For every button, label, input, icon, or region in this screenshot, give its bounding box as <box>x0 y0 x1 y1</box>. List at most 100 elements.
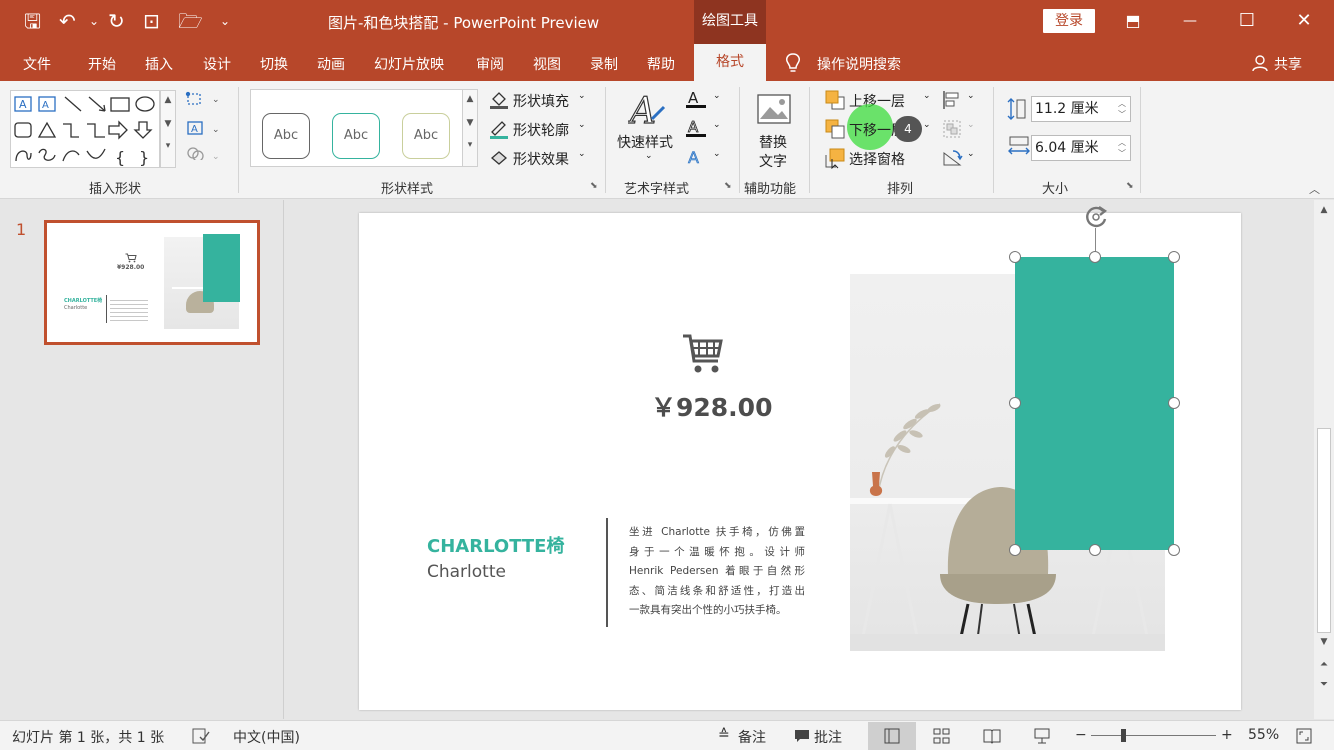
undo-dropdown-icon[interactable]: ⌄ <box>89 8 99 34</box>
shape-effects-button[interactable]: 形状效果 <box>513 149 569 169</box>
text-effects-icon[interactable]: A <box>685 146 707 168</box>
collapse-ribbon-icon[interactable]: ︿ <box>1309 181 1320 197</box>
tab-file[interactable]: 文件 <box>23 54 51 74</box>
edit-shape-icon[interactable]: A ⌄ ⌄ ⌄ <box>185 90 225 160</box>
spin-down-icon[interactable]: ﹀ <box>1116 148 1128 159</box>
slide-thumbnail[interactable]: ¥928.00 CHARLOTTE椅 Charlotte <box>44 220 260 345</box>
fit-to-window-icon[interactable] <box>1296 728 1312 744</box>
shape-styles-gallery[interactable]: Abc Abc Abc <box>250 89 478 167</box>
scroll-up-icon[interactable]: ▲ <box>1314 200 1334 220</box>
chevron-down-icon[interactable]: ⌄ <box>923 91 931 101</box>
selection-pane-icon[interactable] <box>824 147 846 169</box>
ribbon-display-options-icon[interactable]: ⬒ <box>1118 8 1148 34</box>
notes-icon[interactable]: ≙ <box>718 727 730 743</box>
slide-sorter-icon[interactable] <box>933 728 950 744</box>
tell-me-search[interactable]: 操作说明搜索 <box>817 54 901 74</box>
quick-styles-button[interactable]: 快速样式 <box>617 132 673 152</box>
chevron-down-icon[interactable]: ⌄ <box>713 120 721 130</box>
present-icon[interactable]: ⊡ <box>143 8 160 34</box>
resize-handle-top-right[interactable] <box>1168 251 1180 263</box>
tab-transitions[interactable]: 切换 <box>260 54 288 74</box>
shape-width-input[interactable]: 6.04 厘米 ︿ ﹀ <box>1031 135 1131 161</box>
quick-styles-a-icon[interactable]: A <box>628 89 668 133</box>
open-folder-icon[interactable]: 🗁 <box>178 8 203 34</box>
spin-up-icon[interactable]: ︿ <box>1116 98 1128 109</box>
shape-fill-button[interactable]: 形状填充 <box>513 91 569 111</box>
chevron-down-icon[interactable]: ⌄ <box>645 151 653 161</box>
group-objects-icon[interactable] <box>941 118 963 140</box>
spin-down-icon[interactable]: ﹀ <box>1116 109 1128 120</box>
resize-handle-left[interactable] <box>1009 397 1021 409</box>
resize-handle-top[interactable] <box>1089 251 1101 263</box>
spin-up-icon[interactable]: ︿ <box>1116 137 1128 148</box>
chevron-down-icon[interactable]: ⌄ <box>923 120 931 130</box>
dialog-launcher-icon[interactable]: ⬊ <box>1126 181 1136 191</box>
spellcheck-icon[interactable] <box>192 728 210 744</box>
reading-view-icon[interactable] <box>983 728 1001 744</box>
share-button[interactable]: 共享 <box>1274 54 1302 74</box>
next-slide-icon[interactable]: ⏷ <box>1314 675 1334 695</box>
text-fill-icon[interactable]: A <box>685 88 707 110</box>
undo-icon[interactable]: ↶ <box>59 8 76 34</box>
zoom-slider-thumb[interactable] <box>1121 729 1126 742</box>
text-outline-icon[interactable]: A <box>685 117 707 139</box>
zoom-level[interactable]: 55% <box>1248 727 1279 743</box>
pen-outline-icon[interactable] <box>489 119 509 139</box>
dialog-launcher-icon[interactable]: ⬊ <box>590 181 600 191</box>
tab-slideshow[interactable]: 幻灯片放映 <box>374 54 444 74</box>
chevron-down-icon[interactable]: ⌄ <box>967 91 975 101</box>
shapes-gallery[interactable]: A A { } <box>10 90 160 168</box>
send-backward-icon[interactable] <box>824 118 846 140</box>
tab-insert[interactable]: 插入 <box>145 54 173 74</box>
chevron-down-icon[interactable]: ⌄ <box>967 149 975 159</box>
chevron-down-icon[interactable]: ⌄ <box>713 149 721 159</box>
bring-forward-icon[interactable] <box>824 89 846 111</box>
tab-home[interactable]: 开始 <box>88 54 116 74</box>
redo-icon[interactable]: ↻ <box>108 8 125 34</box>
rotate-icon[interactable] <box>941 147 963 169</box>
style-preset-olive[interactable]: Abc <box>402 113 450 159</box>
alt-text-button[interactable]: 替换 <box>759 132 787 152</box>
tab-design[interactable]: 设计 <box>203 54 231 74</box>
zoom-in-icon[interactable]: + <box>1221 727 1233 743</box>
lightbulb-icon[interactable] <box>784 52 802 74</box>
shape-outline-button[interactable]: 形状轮廓 <box>513 120 569 140</box>
comment-icon[interactable] <box>794 729 810 743</box>
alt-text-picture-icon[interactable] <box>756 93 794 127</box>
style-preset-teal[interactable]: Abc <box>332 113 380 159</box>
chevron-down-icon[interactable]: ⌄ <box>967 120 975 130</box>
close-icon[interactable]: ✕ <box>1289 8 1319 34</box>
save-icon[interactable]: 🖫 <box>24 8 41 34</box>
vertical-scrollbar[interactable]: ▲ ▼ ⏶ ⏷ <box>1314 200 1334 719</box>
tab-format[interactable]: 格式 <box>694 44 766 81</box>
teal-rectangle-shape[interactable] <box>1015 257 1174 550</box>
tab-record[interactable]: 录制 <box>590 54 618 74</box>
share-person-icon[interactable] <box>1252 54 1270 72</box>
paint-bucket-icon[interactable] <box>489 90 509 110</box>
selection-pane-button[interactable]: 选择窗格 <box>849 149 905 169</box>
scroll-thumb[interactable] <box>1317 428 1331 633</box>
slide-canvas[interactable]: ￥928.00 CHARLOTTE椅 Charlotte 坐进 Charlott… <box>359 206 1241 710</box>
tab-review[interactable]: 审阅 <box>476 54 504 74</box>
scroll-down-icon[interactable]: ▼ <box>1314 632 1334 652</box>
tab-animations[interactable]: 动画 <box>317 54 345 74</box>
language-indicator[interactable]: 中文(中国) <box>233 727 300 747</box>
chevron-down-icon[interactable]: ⌄ <box>578 120 586 130</box>
shape-height-input[interactable]: 11.2 厘米 ︿ ﹀ <box>1031 96 1131 122</box>
maximize-icon[interactable]: ☐ <box>1232 8 1262 34</box>
tab-view[interactable]: 视图 <box>533 54 561 74</box>
previous-slide-icon[interactable]: ⏶ <box>1314 655 1334 675</box>
chevron-down-icon[interactable]: ⌄ <box>578 91 586 101</box>
slideshow-view-icon[interactable] <box>1033 727 1051 745</box>
customize-qat-icon[interactable]: ⌄ <box>220 8 230 34</box>
resize-handle-bottom[interactable] <box>1089 544 1101 556</box>
resize-handle-right[interactable] <box>1168 397 1180 409</box>
chevron-down-icon[interactable]: ⌄ <box>578 149 586 159</box>
notes-button[interactable]: 备注 <box>738 727 766 747</box>
alt-text-button-line2[interactable]: 文字 <box>759 151 787 171</box>
comments-button[interactable]: 批注 <box>814 727 842 747</box>
login-button[interactable]: 登录 <box>1043 9 1095 33</box>
zoom-slider[interactable] <box>1091 735 1216 736</box>
zoom-out-icon[interactable]: − <box>1075 727 1087 743</box>
resize-handle-bottom-left[interactable] <box>1009 544 1021 556</box>
